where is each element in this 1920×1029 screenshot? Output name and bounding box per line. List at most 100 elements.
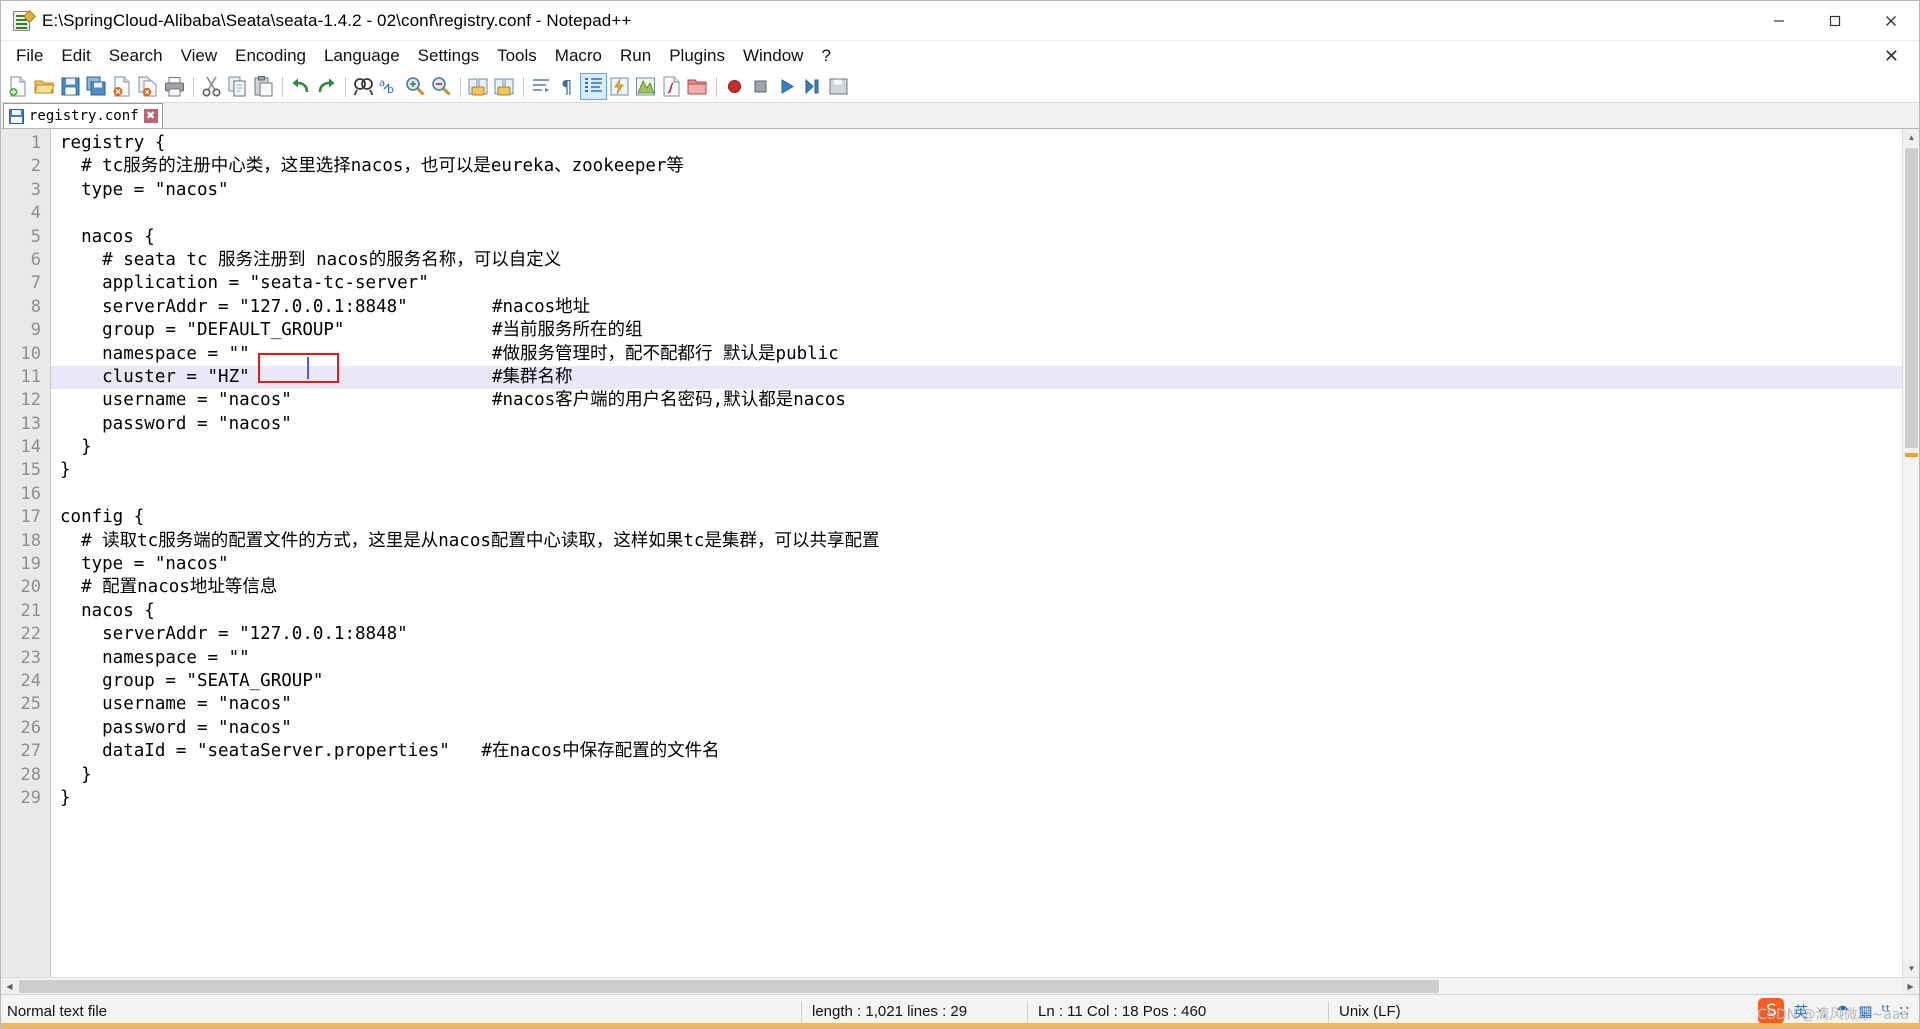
scroll-down-arrow[interactable]: ▼ <box>1903 960 1919 977</box>
svg-text:¶: ¶ <box>561 77 572 97</box>
line-number: 24 <box>20 670 41 691</box>
folder-as-workspace-icon[interactable] <box>685 74 710 99</box>
line-number: 6 <box>30 249 41 270</box>
cut-icon[interactable] <box>199 74 224 99</box>
scroll-left-arrow[interactable]: ◀ <box>1 978 18 995</box>
code-line: nacos { <box>60 600 155 621</box>
vertical-scroll-thumb[interactable] <box>1905 148 1918 448</box>
menu-plugins[interactable]: Plugins <box>660 44 734 68</box>
menu-search[interactable]: Search <box>100 44 172 68</box>
find-icon[interactable] <box>351 74 376 99</box>
title-bar: E:\SpringCloud-Alibaba\Seata\seata-1.4.2… <box>1 1 1919 41</box>
zoom-out-icon[interactable] <box>429 74 454 99</box>
code-line: serverAddr = "127.0.0.1:8848" #nacos地址 <box>60 296 591 317</box>
tab-close-icon[interactable]: ✖ <box>143 109 158 123</box>
horizontal-scrollbar[interactable]: ◀ ▶ <box>1 977 1919 995</box>
line-number: 25 <box>20 694 41 715</box>
code-line: namespace = "" <box>60 647 250 668</box>
menu-language[interactable]: Language <box>315 44 409 68</box>
record-macro-icon[interactable] <box>722 74 747 99</box>
code-line: } <box>60 460 71 481</box>
stop-recording-icon[interactable] <box>748 74 773 99</box>
paste-icon[interactable] <box>251 74 276 99</box>
tab-label: registry.conf <box>29 108 139 124</box>
save-macro-icon[interactable] <box>826 74 851 99</box>
line-number: 19 <box>20 554 41 575</box>
ime-menu-icon[interactable]: ∷ <box>1899 1002 1909 1020</box>
minimize-button[interactable] <box>1751 1 1807 41</box>
tab-bar: registry.conf ✖ <box>1 103 1919 129</box>
tab-registry-conf[interactable]: registry.conf ✖ <box>3 103 163 128</box>
playback-macro-icon[interactable] <box>774 74 799 99</box>
line-number: 26 <box>20 717 41 738</box>
ime-keyboard-icon[interactable]: ▦ <box>1858 1002 1872 1020</box>
menu-edit[interactable]: Edit <box>52 44 99 68</box>
close-file-icon[interactable] <box>110 74 135 99</box>
maximize-button[interactable] <box>1807 1 1863 41</box>
line-number-current: 11 <box>20 366 41 387</box>
line-number: 4 <box>30 203 41 224</box>
close-button[interactable] <box>1863 1 1919 41</box>
line-number: 28 <box>20 764 41 785</box>
ime-punctuation-icon[interactable]: ·, <box>1817 1002 1827 1020</box>
line-number: 23 <box>20 647 41 668</box>
zoom-in-icon[interactable] <box>403 74 428 99</box>
show-all-characters-icon[interactable]: ¶ <box>555 74 580 99</box>
user-defined-language-icon[interactable] <box>607 74 632 99</box>
save-all-icon[interactable] <box>84 74 109 99</box>
code-line: group = "DEFAULT_GROUP" #当前服务所在的组 <box>60 320 643 341</box>
new-file-icon[interactable] <box>6 74 31 99</box>
menu-run[interactable]: Run <box>611 44 660 68</box>
toolbar-separator <box>460 76 461 97</box>
notepad-plus-plus-window: E:\SpringCloud-Alibaba\Seata\seata-1.4.2… <box>0 0 1920 1029</box>
menu-window[interactable]: Window <box>734 44 812 68</box>
ime-toolbox-icon[interactable]: ᵗᵗ <box>1882 1002 1891 1020</box>
line-number: 9 <box>30 320 41 341</box>
replace-icon[interactable]: a b <box>377 74 402 99</box>
menu-help[interactable]: ? <box>812 44 839 68</box>
ime-voice-icon[interactable]: ☂ <box>1836 1002 1849 1020</box>
window-title: E:\SpringCloud-Alibaba\Seata\seata-1.4.2… <box>42 10 632 30</box>
sync-horizontal-scroll-icon[interactable] <box>492 74 517 99</box>
document-map-icon[interactable] <box>633 74 658 99</box>
close-document-button[interactable]: ✕ <box>1878 46 1905 67</box>
sogou-ime-logo-icon[interactable]: S <box>1758 998 1785 1024</box>
code-text-area[interactable]: registry { # tc服务的注册中心类，这里选择nacos，也可以是eu… <box>51 129 1919 977</box>
toolbar-separator <box>345 76 346 97</box>
scroll-up-arrow[interactable]: ▲ <box>1903 129 1919 146</box>
menu-tools[interactable]: Tools <box>488 44 546 68</box>
code-line: nacos { <box>60 226 155 247</box>
menu-macro[interactable]: Macro <box>546 44 611 68</box>
code-line: } <box>60 764 92 785</box>
line-number: 17 <box>20 507 41 528</box>
window-bottom-strip <box>1 1023 1920 1028</box>
line-number: 2 <box>30 156 41 177</box>
line-number: 3 <box>30 179 41 200</box>
close-all-files-icon[interactable] <box>136 74 161 99</box>
indent-guide-icon[interactable] <box>580 73 607 100</box>
undo-icon[interactable] <box>288 74 313 99</box>
vertical-scrollbar[interactable]: ▲ ▼ <box>1902 129 1919 977</box>
function-list-icon[interactable] <box>659 74 684 99</box>
code-line: application = "seata-tc-server" <box>60 273 429 294</box>
menu-settings[interactable]: Settings <box>409 44 488 68</box>
print-icon[interactable] <box>162 74 187 99</box>
code-line: # 配置nacos地址等信息 <box>60 577 278 598</box>
sync-vertical-scroll-icon[interactable] <box>466 74 491 99</box>
run-macro-multiple-icon[interactable] <box>800 74 825 99</box>
redo-icon[interactable] <box>314 74 339 99</box>
code-line: registry { <box>60 133 166 153</box>
menu-view[interactable]: View <box>172 44 227 68</box>
line-number: 5 <box>30 226 41 247</box>
copy-icon[interactable] <box>225 74 250 99</box>
save-icon[interactable] <box>58 74 83 99</box>
menu-file[interactable]: File <box>7 44 52 68</box>
word-wrap-icon[interactable] <box>529 74 554 99</box>
toolbar-separator <box>193 76 194 97</box>
ime-language-icon[interactable]: 英 <box>1793 1001 1808 1022</box>
horizontal-scroll-thumb[interactable] <box>19 980 1439 993</box>
open-file-icon[interactable] <box>32 74 57 99</box>
scroll-right-arrow[interactable]: ▶ <box>1902 978 1919 995</box>
menu-encoding[interactable]: Encoding <box>226 44 315 68</box>
